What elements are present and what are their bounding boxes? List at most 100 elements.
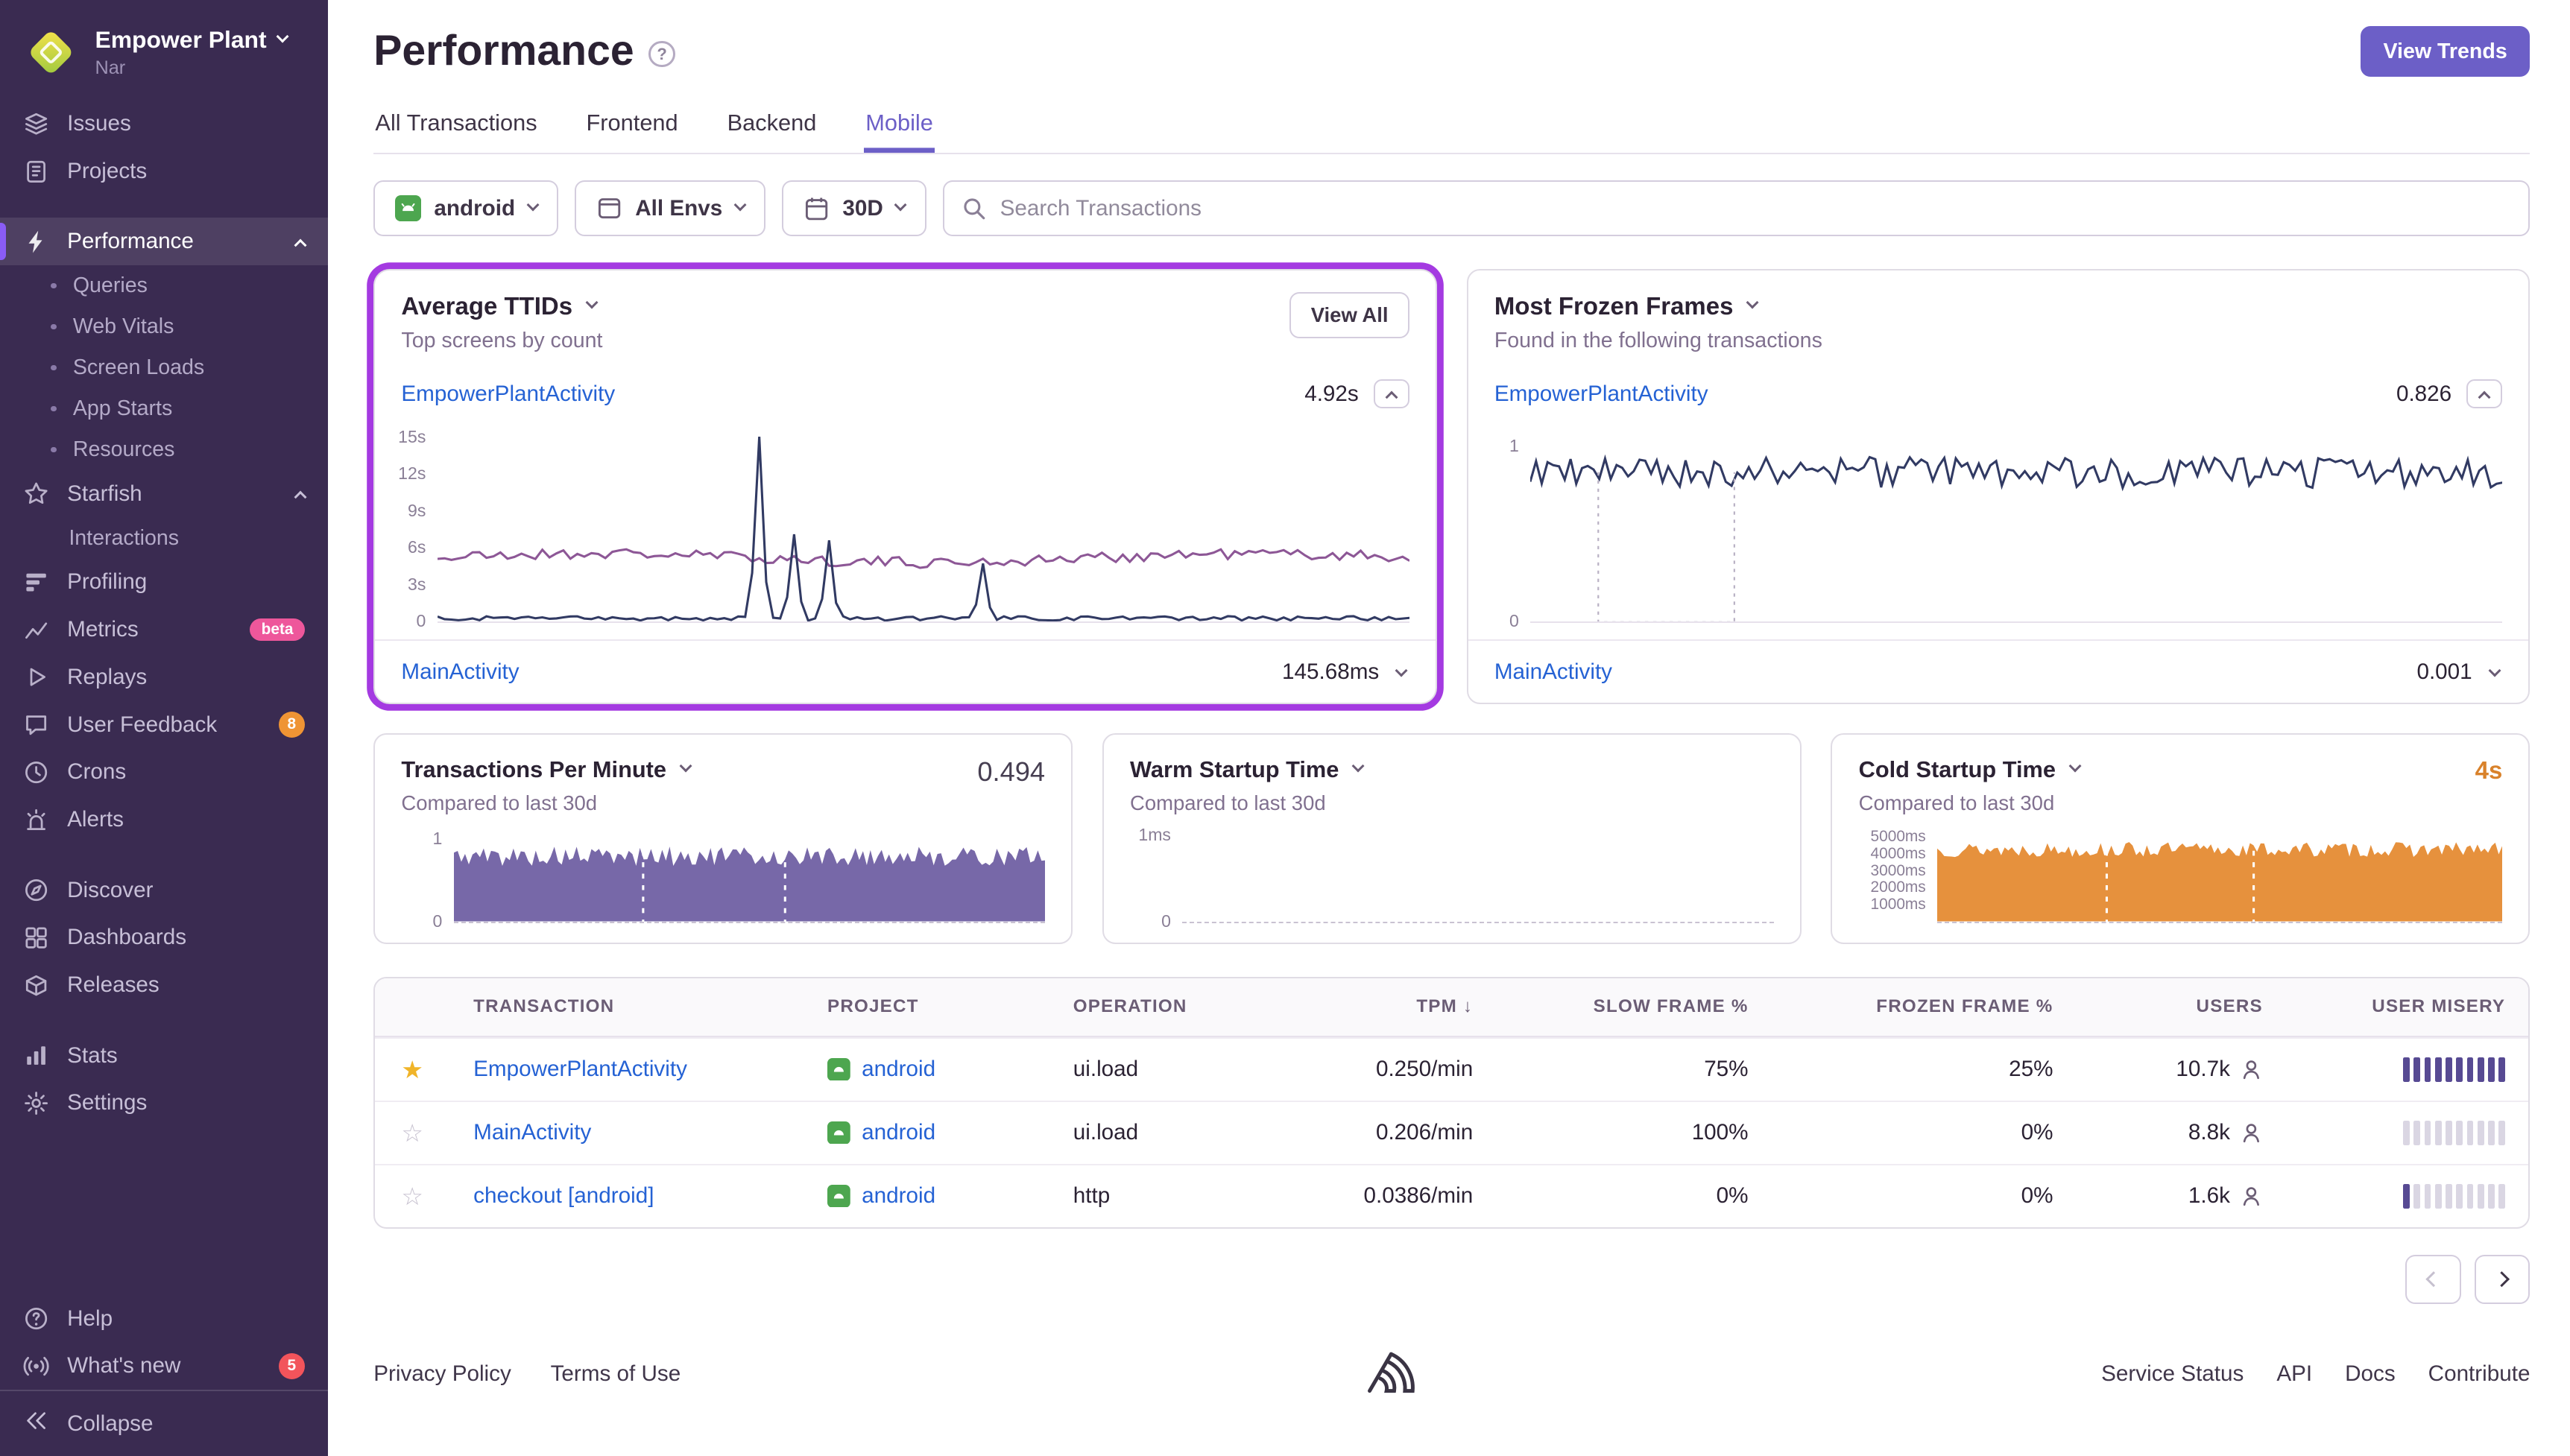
widget-title-dropdown[interactable]: Cold Startup Time <box>1859 756 2080 783</box>
column-header-project[interactable]: PROJECT <box>801 978 1047 1035</box>
next-page-button[interactable] <box>2475 1255 2530 1304</box>
transaction-link[interactable]: EmpowerPlantActivity <box>1494 382 1708 407</box>
frozen-frame-cell: 0% <box>1775 1167 2080 1225</box>
sidebar-item-projects[interactable]: Projects <box>0 148 328 195</box>
tpm-cell: 0.250/min <box>1289 1040 1499 1098</box>
sidebar-item-label: User Feedback <box>67 712 217 738</box>
sidebar-item-replays[interactable]: Replays <box>0 653 328 701</box>
help-tooltip-icon[interactable]: ? <box>648 41 675 67</box>
transaction-link[interactable]: MainActivity <box>1494 659 1612 685</box>
transaction-value: 0.826 <box>2396 382 2451 407</box>
star-toggle[interactable]: ★ <box>401 1055 420 1084</box>
siren-icon <box>23 807 49 833</box>
tab-backend[interactable]: Backend <box>725 110 818 153</box>
chart-plot <box>454 828 1045 923</box>
widget-title: Cold Startup Time <box>1859 756 2056 783</box>
sidebar-item-web-vitals[interactable]: Web Vitals <box>0 306 328 347</box>
column-header-tpm[interactable]: TPM ↓ <box>1289 978 1499 1035</box>
table-row: ☆ MainActivity android ui.load 0.206/min… <box>375 1101 2528 1164</box>
sidebar-item-resources[interactable]: Resources <box>0 429 328 470</box>
column-header-transaction[interactable]: TRANSACTION <box>447 978 801 1035</box>
project-link[interactable]: android <box>862 1057 935 1082</box>
column-header-operation[interactable]: OPERATION <box>1047 978 1289 1035</box>
chevron-down-icon <box>894 199 907 212</box>
transaction-link[interactable]: EmpowerPlantActivity <box>401 382 615 407</box>
transaction-link[interactable]: MainActivity <box>473 1120 591 1145</box>
count-badge: 8 <box>279 712 305 738</box>
sidebar-item-label: Stats <box>67 1043 118 1069</box>
project-link[interactable]: android <box>862 1183 935 1209</box>
project-filter-dropdown[interactable]: android <box>373 180 558 236</box>
privacy-policy-link[interactable]: Privacy Policy <box>373 1361 511 1387</box>
sidebar-item-profiling[interactable]: Profiling <box>0 559 328 607</box>
sidebar-item-interactions[interactable]: Interactions <box>0 518 328 559</box>
y-axis-labels: 1ms0 <box>1130 828 1182 923</box>
sidebar-item-queries[interactable]: Queries <box>0 265 328 306</box>
transaction-link[interactable]: checkout [android] <box>473 1183 654 1208</box>
previous-page-button[interactable] <box>2405 1255 2461 1304</box>
star-toggle[interactable]: ☆ <box>401 1118 420 1148</box>
sidebar-item-stats[interactable]: Stats <box>0 1032 328 1080</box>
search-transactions-input[interactable] <box>943 180 2530 236</box>
environment-filter-dropdown[interactable]: All Envs <box>575 180 765 236</box>
sidebar-item-releases[interactable]: Releases <box>0 961 328 1009</box>
sidebar-item-app-starts[interactable]: App Starts <box>0 388 328 429</box>
expand-toggle-button[interactable] <box>2487 659 2502 685</box>
sidebar-item-alerts[interactable]: Alerts <box>0 796 328 843</box>
sidebar-item-discover[interactable]: Discover <box>0 867 328 914</box>
sidebar-item-issues[interactable]: Issues <box>0 100 328 148</box>
contribute-link[interactable]: Contribute <box>2428 1361 2530 1387</box>
sidebar-collapse-button[interactable]: Collapse <box>0 1390 328 1456</box>
view-trends-button[interactable]: View Trends <box>2361 26 2530 77</box>
widget-title-dropdown[interactable]: Warm Startup Time <box>1130 756 1363 783</box>
star-toggle[interactable]: ☆ <box>401 1182 420 1211</box>
project-link[interactable]: android <box>862 1120 935 1145</box>
widget-title-dropdown[interactable]: Most Frozen Frames <box>1494 292 1822 320</box>
column-header-slow-frame[interactable]: SLOW FRAME % <box>1499 978 1774 1035</box>
sidebar-item-performance[interactable]: Performance <box>0 218 328 265</box>
widget-title: Warm Startup Time <box>1130 756 1339 783</box>
expand-toggle-button[interactable] <box>1394 659 1409 685</box>
org-switcher[interactable]: Empower Plant Nar <box>0 0 328 100</box>
sidebar-item-whats-new[interactable]: What's new 5 <box>0 1343 328 1390</box>
sidebar-item-label: Interactions <box>69 526 179 551</box>
widget-title-dropdown[interactable]: Transactions Per Minute <box>401 756 689 783</box>
tab-all-transactions[interactable]: All Transactions <box>373 110 539 153</box>
table-header: TRANSACTION PROJECT OPERATION TPM ↓ SLOW… <box>375 978 2528 1036</box>
widget-value: 4s <box>2475 756 2503 785</box>
sidebar-item-settings[interactable]: Settings <box>0 1079 328 1127</box>
date-range-dropdown[interactable]: 30D <box>782 180 926 236</box>
collapse-icon <box>23 1408 49 1440</box>
sidebar-item-crons[interactable]: Crons <box>0 749 328 797</box>
collapse-toggle-button[interactable] <box>1374 379 1409 409</box>
api-link[interactable]: API <box>2276 1361 2312 1387</box>
android-icon <box>395 195 421 221</box>
tab-mobile[interactable]: Mobile <box>864 110 935 153</box>
widget-title-dropdown[interactable]: Average TTIDs <box>401 292 602 320</box>
user-icon <box>2240 1185 2263 1208</box>
column-header-frozen-frame[interactable]: FROZEN FRAME % <box>1775 978 2080 1035</box>
sidebar-item-metrics[interactable]: Metrics beta <box>0 606 328 653</box>
sidebar-item-dashboards[interactable]: Dashboards <box>0 914 328 962</box>
collapse-toggle-button[interactable] <box>2466 379 2502 409</box>
column-header-users[interactable]: USERS <box>2080 978 2289 1035</box>
view-all-button[interactable]: View All <box>1289 292 1409 338</box>
sidebar-item-starfish[interactable]: Starfish <box>0 470 328 518</box>
transaction-value: 145.68ms <box>1282 659 1379 685</box>
sidebar-item-help[interactable]: Help <box>0 1295 328 1343</box>
transaction-link[interactable]: MainActivity <box>401 659 519 685</box>
service-status-link[interactable]: Service Status <box>2101 1361 2244 1387</box>
transaction-link[interactable]: EmpowerPlantActivity <box>473 1057 687 1081</box>
sidebar-item-label: Settings <box>67 1090 147 1115</box>
tpm-cell: 0.206/min <box>1289 1104 1499 1162</box>
tab-frontend[interactable]: Frontend <box>584 110 680 153</box>
sidebar-item-screen-loads[interactable]: Screen Loads <box>0 347 328 388</box>
user-misery-bars <box>2315 1121 2505 1145</box>
terms-of-use-link[interactable]: Terms of Use <box>551 1361 681 1387</box>
column-header-user-misery[interactable]: USER MISERY <box>2289 978 2530 1035</box>
users-count: 8.8k <box>2188 1120 2230 1145</box>
docs-link[interactable]: Docs <box>2345 1361 2396 1387</box>
chevron-down-icon <box>2068 760 2081 773</box>
sidebar-item-user-feedback[interactable]: User Feedback 8 <box>0 701 328 749</box>
sidebar-item-label: Issues <box>67 111 131 136</box>
